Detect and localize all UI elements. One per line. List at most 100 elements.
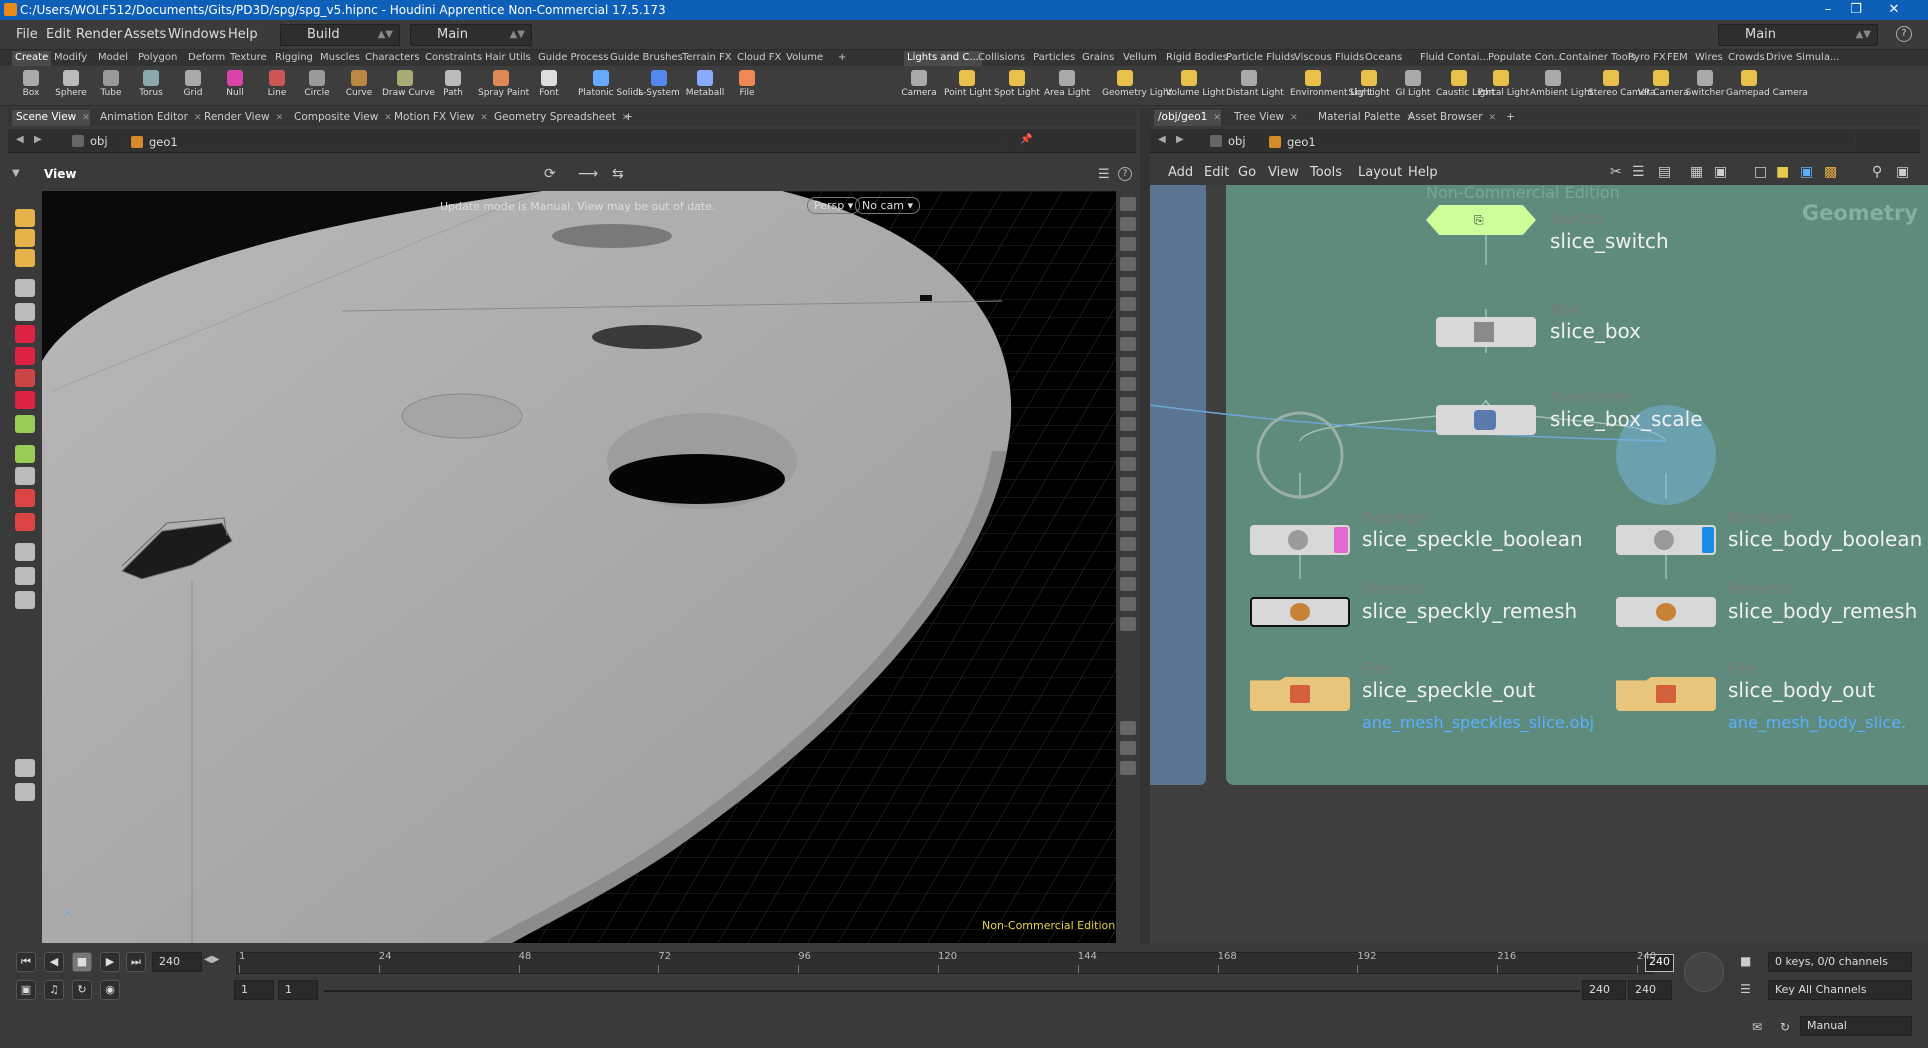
shelf-tool-file[interactable]: File <box>724 66 770 106</box>
view-menu-icon[interactable]: ▼ <box>12 168 20 179</box>
shelf-tool-point-light[interactable]: Point Light <box>944 66 992 106</box>
path-obj[interactable]: obj <box>1206 132 1262 150</box>
range-start-field-2[interactable]: 1 <box>278 980 318 1000</box>
menu-render[interactable]: Render <box>76 27 122 42</box>
desktop-select[interactable]: Build ▲▼ <box>280 24 400 46</box>
key-channels-select[interactable]: Key All Channels <box>1768 980 1912 1000</box>
display-option-17-icon[interactable] <box>1120 537 1136 551</box>
right-pane-tab-1[interactable]: Tree View ✕ <box>1230 110 1298 126</box>
right-pane-tab-3[interactable]: Asset Browser ✕ <box>1404 110 1496 126</box>
menu-help[interactable]: Help <box>228 27 258 42</box>
shelf-tab-right-10[interactable]: Populate Con... <box>1488 51 1564 66</box>
shelf-tab-left-12[interactable]: Guide Brushes <box>610 51 683 66</box>
range-slider[interactable] <box>324 990 1580 992</box>
node-name-body-boolean[interactable]: slice_body_boolean <box>1728 527 1922 551</box>
shelf-tab-left-7[interactable]: Muscles <box>320 51 360 66</box>
shelf-tab-right-1[interactable]: Collisions <box>978 51 1025 66</box>
viewport-tool-8-icon[interactable] <box>15 391 35 409</box>
back-arrow-icon[interactable]: ◀ <box>1158 134 1166 145</box>
network-menu-add[interactable]: Add <box>1168 165 1193 180</box>
timeline-track[interactable]: 240 1 24 48 72 96 120 144 168 192 216 240 <box>236 951 1674 974</box>
display-option-13-icon[interactable] <box>1120 457 1136 471</box>
path-geo1[interactable]: geo1 <box>1264 132 1856 150</box>
node-name-speckle-out[interactable]: slice_speckle_out <box>1362 678 1535 702</box>
display-option-9-icon[interactable] <box>1120 377 1136 391</box>
shelf-tab-right-6[interactable]: Particle Fluids <box>1226 51 1295 66</box>
restore-button[interactable]: ❐ <box>1842 0 1870 20</box>
pin-icon[interactable]: 📌 <box>1020 134 1032 145</box>
node-name-box[interactable]: slice_box <box>1550 319 1641 343</box>
sticky-note-icon[interactable]: ■ <box>1776 164 1789 180</box>
channel-icon[interactable]: ☰ <box>1740 982 1751 996</box>
context-select[interactable]: Main ▲▼ <box>410 24 532 46</box>
menu-assets[interactable]: Assets <box>124 27 166 42</box>
shelf-tool-curve[interactable]: Curve <box>336 66 382 106</box>
play-button[interactable]: ▶ <box>100 952 120 972</box>
back-arrow-icon[interactable]: ◀ <box>16 134 24 145</box>
node-name-switch[interactable]: slice_switch <box>1550 229 1669 253</box>
keys-info[interactable]: 0 keys, 0/0 channels <box>1768 952 1912 972</box>
close-tab-icon[interactable]: ✕ <box>1213 113 1221 123</box>
display-option-7-icon[interactable] <box>1120 337 1136 351</box>
tree-icon[interactable]: ☰ <box>1632 164 1645 180</box>
display-extra-1-icon[interactable] <box>1120 741 1136 755</box>
viewport-tool-2-icon[interactable] <box>15 249 35 267</box>
left-pane-tab-4[interactable]: Motion FX View ✕ <box>390 110 488 126</box>
network-view[interactable]: Geometry Non-Commercial Edition ⎘ Switch… <box>1150 185 1928 943</box>
image-icon[interactable]: ▣ <box>1800 164 1813 180</box>
shelf-tool-sky-light[interactable]: Sky Light <box>1346 66 1392 106</box>
display-option-11-icon[interactable] <box>1120 417 1136 431</box>
display-option-2-icon[interactable] <box>1120 237 1136 251</box>
forward-arrow-icon[interactable]: ▶ <box>1176 134 1184 145</box>
viewport-tool-9-icon[interactable] <box>15 415 35 433</box>
network-menu-edit[interactable]: Edit <box>1204 165 1229 180</box>
shelf-tab-right-11[interactable]: Container Tools <box>1559 51 1636 66</box>
viewport-tool-14-icon[interactable] <box>15 543 35 561</box>
shelf-tab-left-8[interactable]: Characters <box>365 51 420 66</box>
shelf-tool-gamepad-camera[interactable]: Gamepad Camera <box>1726 66 1808 106</box>
menu-windows[interactable]: Windows <box>168 27 226 42</box>
shelf-tab-right-15[interactable]: Crowds <box>1728 51 1765 66</box>
add-shelf-icon[interactable]: + <box>838 51 846 66</box>
shelf-tool-area-light[interactable]: Area Light <box>1044 66 1090 106</box>
shelf-tool-circle[interactable]: Circle <box>294 66 340 106</box>
display-option-15-icon[interactable] <box>1120 497 1136 511</box>
shelf-tool-null[interactable]: Null <box>212 66 258 106</box>
shelf-tool-spray-paint[interactable]: Spray Paint <box>478 66 529 106</box>
display-option-21-icon[interactable] <box>1120 617 1136 631</box>
range-start-field[interactable]: 1 <box>234 980 274 1000</box>
path-geo1[interactable]: geo1 <box>126 132 1006 150</box>
display-option-12-icon[interactable] <box>1120 437 1136 451</box>
viewport-tool-17-icon[interactable] <box>15 759 35 777</box>
display-options-icon[interactable]: ☰ <box>1098 167 1110 182</box>
shelf-tab-left-3[interactable]: Polygon <box>138 51 177 66</box>
shelf-tab-left-10[interactable]: Hair Utils <box>485 51 531 66</box>
left-pane-tab-3[interactable]: Composite View ✕ <box>290 110 392 126</box>
jump-start-button[interactable]: ⏮ <box>16 952 36 972</box>
right-desktop-select[interactable]: Main ▲▼ <box>1718 24 1878 46</box>
shelf-tool-platonic-solids[interactable]: Platonic Solids <box>578 66 643 106</box>
shelf-tool-grid[interactable]: Grid <box>170 66 216 106</box>
shelf-tool-spot-light[interactable]: Spot Light <box>994 66 1040 106</box>
shelf-tab-right-3[interactable]: Grains <box>1082 51 1114 66</box>
shelf-tab-left-2[interactable]: Model <box>98 51 128 66</box>
viewport-tool-18-icon[interactable] <box>15 783 35 801</box>
close-tab-icon[interactable]: ✕ <box>480 113 488 123</box>
viewport-tool-0-icon[interactable] <box>15 209 35 227</box>
left-pane-tab-0[interactable]: Scene View ✕ <box>12 110 90 126</box>
shelf-tool-portal-light[interactable]: Portal Light <box>1478 66 1529 106</box>
shelf-tool-caustic-light[interactable]: Caustic Light <box>1436 66 1495 106</box>
shelf-tab-left-11[interactable]: Guide Process <box>538 51 608 66</box>
right-pane-tab-0[interactable]: /obj/geo1 ✕ <box>1154 110 1221 126</box>
viewport-tool-4-icon[interactable] <box>15 303 35 321</box>
node-name-transform[interactable]: slice_box_scale <box>1550 407 1703 431</box>
close-tab-icon[interactable]: ✕ <box>82 113 90 123</box>
timeline-audio-knob[interactable] <box>1684 952 1724 992</box>
update-mode-select[interactable]: Manual <box>1800 1016 1912 1036</box>
display-option-0-icon[interactable] <box>1120 197 1136 211</box>
range-end-field-2[interactable]: 240 <box>1628 980 1672 1000</box>
menu-file[interactable]: File <box>16 27 38 42</box>
shelf-tab-right-16[interactable]: Drive Simula... <box>1766 51 1840 66</box>
shelf-tab-left-14[interactable]: Cloud FX <box>737 51 781 66</box>
range-end-field[interactable]: 240 <box>1582 980 1626 1000</box>
